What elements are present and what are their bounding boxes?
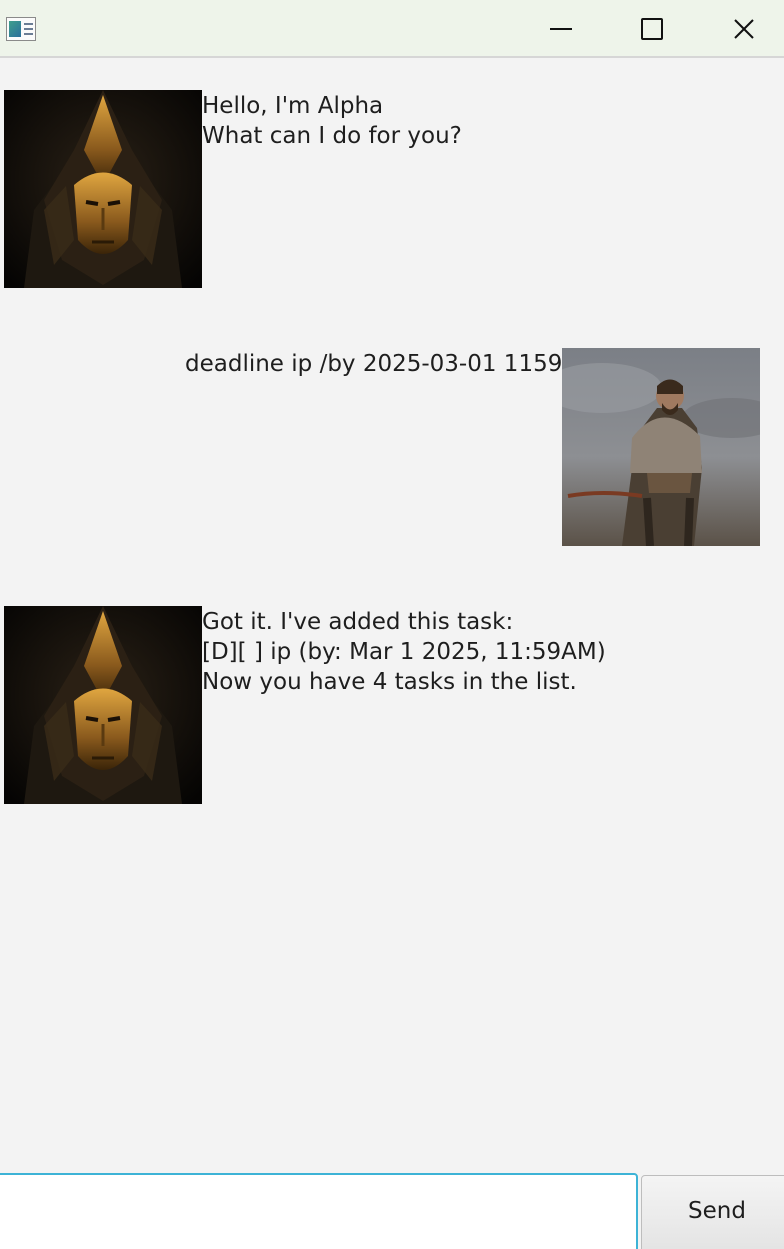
close-button[interactable] — [698, 0, 784, 58]
minimize-icon — [550, 28, 572, 30]
maximize-button[interactable] — [606, 0, 698, 58]
app-window: Hello, I'm Alpha What can I do for you? … — [0, 0, 784, 1249]
minimize-button[interactable] — [515, 0, 607, 58]
close-icon — [734, 19, 754, 39]
bot-message-line: [D][ ] ip (by: Mar 1 2025, 11:59AM) — [202, 639, 606, 665]
bot-message-line: Got it. I've added this task: — [202, 609, 514, 635]
masked-warrior-avatar — [4, 606, 202, 804]
masked-warrior-avatar — [4, 90, 202, 288]
maximize-icon — [641, 18, 663, 40]
dialog-container[interactable]: Hello, I'm Alpha What can I do for you? … — [0, 60, 784, 1170]
bot-message-line: What can I do for you? — [202, 123, 462, 149]
user-message-line: deadline ip /by 2025-03-01 1159 — [185, 351, 563, 377]
bot-message-line: Hello, I'm Alpha — [202, 93, 384, 119]
title-bar[interactable] — [0, 0, 784, 58]
app-window-icon — [6, 17, 36, 41]
message-input[interactable] — [0, 1173, 638, 1249]
send-button[interactable]: Send — [641, 1175, 784, 1249]
input-bar: Send — [0, 1170, 784, 1249]
bot-message-line: Now you have 4 tasks in the list. — [202, 669, 577, 695]
fur-cloaked-warrior-avatar — [562, 348, 760, 546]
